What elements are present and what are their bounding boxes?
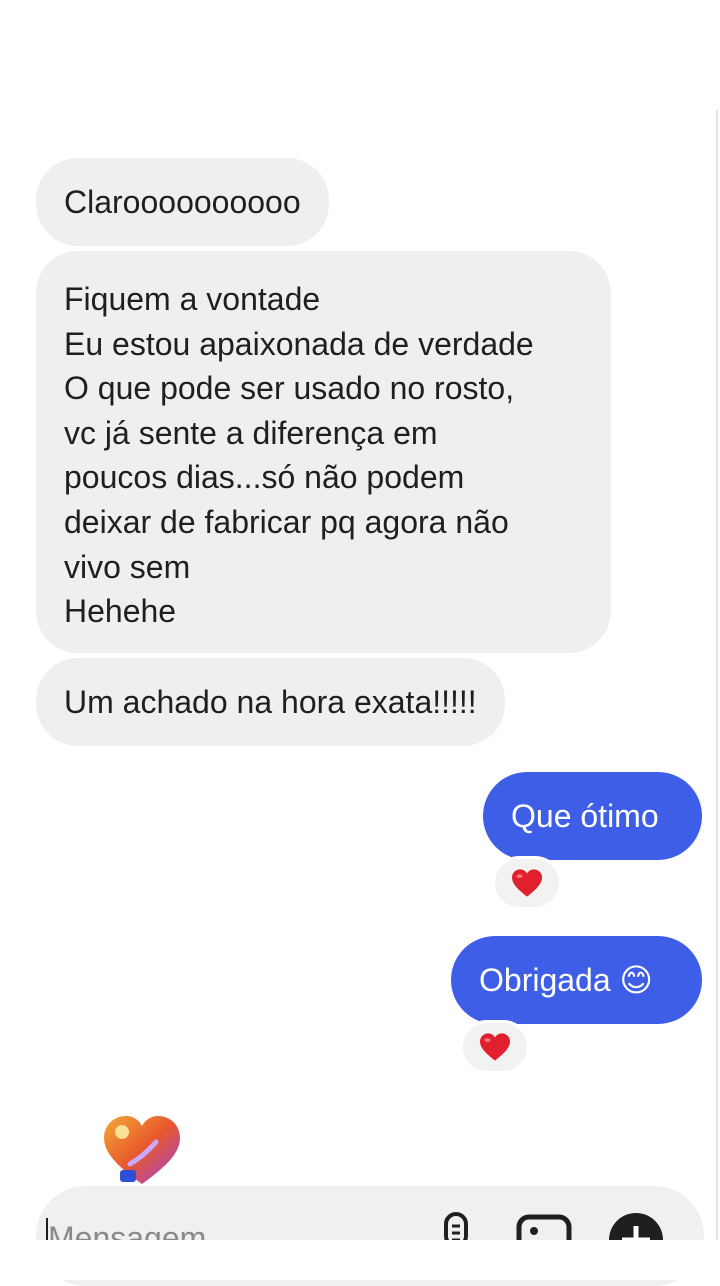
message-text: Claroooooooooo: [64, 184, 301, 220]
screen-edge: [716, 110, 718, 1240]
message-text: Um achado na hora exata!!!!!: [64, 684, 477, 720]
heart-sticker[interactable]: [100, 1112, 184, 1188]
outgoing-message-2[interactable]: Obrigada 😊: [451, 936, 702, 1024]
heart-sticker-icon: [104, 1116, 180, 1184]
heart-reaction-1[interactable]: [492, 856, 562, 910]
screen-crop: [0, 1240, 720, 1280]
outgoing-message-1[interactable]: Que ótimo: [483, 772, 702, 860]
heart-reaction-2[interactable]: [460, 1020, 530, 1074]
incoming-message-3[interactable]: Um achado na hora exata!!!!!: [36, 658, 505, 746]
heart-icon: [512, 869, 542, 897]
message-text: Que ótimo: [511, 798, 659, 834]
incoming-message-1[interactable]: Claroooooooooo: [36, 158, 329, 246]
message-text: Obrigada 😊: [479, 962, 653, 998]
incoming-message-2[interactable]: Fiquem a vontade Eu estou apaixonada de …: [36, 251, 611, 653]
heart-icon: [480, 1033, 510, 1061]
